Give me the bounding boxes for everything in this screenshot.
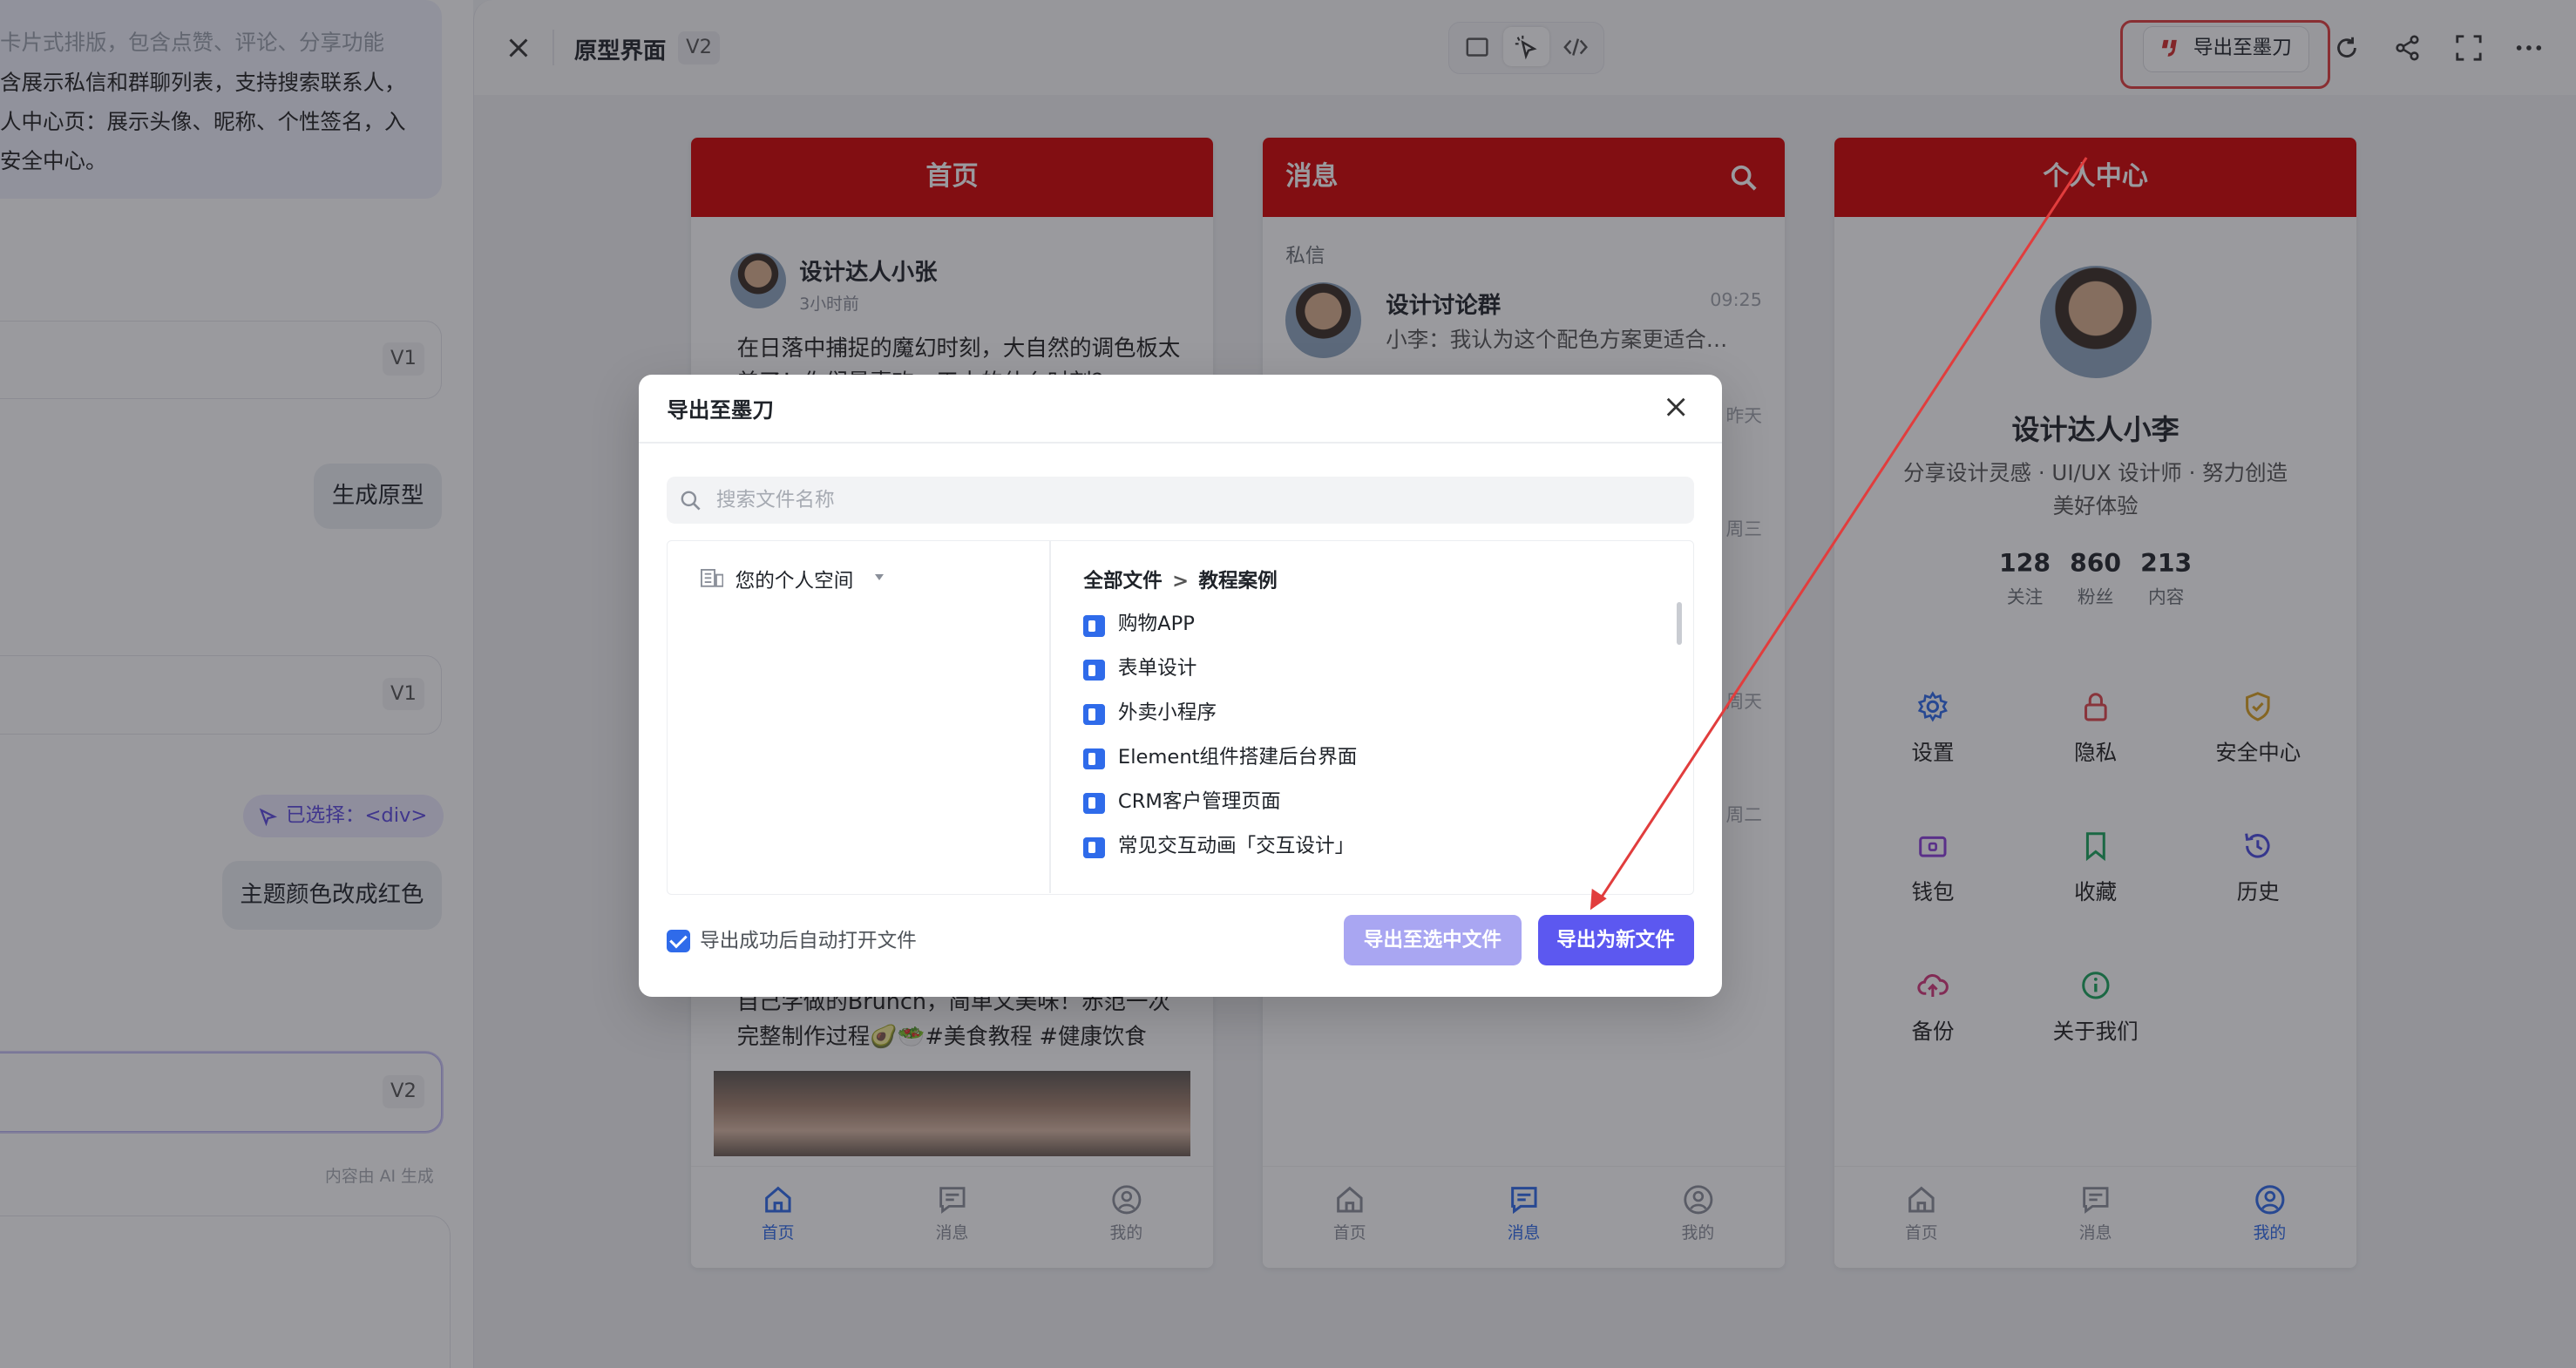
file-item[interactable]: 表单设计 (1083, 653, 1196, 686)
file-item[interactable]: 常见交互动画「交互设计」 (1083, 830, 1354, 863)
file-icon (1083, 836, 1105, 859)
auto-open-checkbox[interactable]: 导出成功后自动打开文件 (667, 930, 917, 953)
checkbox-label: 导出成功后自动打开文件 (700, 930, 917, 952)
checkbox-checked-icon (667, 930, 690, 953)
file-name: Element组件搭建后台界面 (1117, 746, 1358, 769)
chevron-down-icon (874, 573, 884, 580)
export-to-selected-button[interactable]: 导出至选中文件 (1344, 915, 1522, 966)
breadcrumb-root[interactable]: 全部文件 (1083, 570, 1162, 593)
divider (1048, 541, 1051, 893)
file-icon (1083, 703, 1105, 726)
file-browser: 您的个人空间 全部文件 > 教程案例 购物APP 表单设计 外卖小程序 Elemen… (667, 540, 1694, 896)
file-item[interactable]: Element组件搭建后台界面 (1083, 742, 1357, 775)
file-icon (1083, 615, 1105, 637)
space-selector[interactable]: 您的个人空间 (701, 565, 884, 593)
file-icon (1083, 792, 1105, 815)
file-name: 购物APP (1117, 613, 1195, 636)
close-icon[interactable] (1664, 396, 1687, 418)
space-label: 您的个人空间 (735, 569, 854, 593)
export-as-new-button[interactable]: 导出为新文件 (1537, 915, 1694, 966)
dialog-title: 导出至墨刀 (667, 397, 774, 423)
search-input[interactable] (715, 476, 1670, 525)
file-item[interactable]: 购物APP (1083, 608, 1195, 641)
file-name: 外卖小程序 (1117, 701, 1217, 725)
file-icon (1083, 748, 1105, 770)
scrollbar[interactable] (1676, 601, 1682, 645)
file-name: 表单设计 (1117, 657, 1197, 681)
workspace-icon (701, 569, 724, 587)
breadcrumb: 全部文件 > 教程案例 (1083, 565, 1277, 593)
search-icon (681, 491, 702, 511)
file-icon (1083, 659, 1105, 681)
file-search (667, 476, 1694, 525)
breadcrumb-separator: > (1172, 569, 1190, 593)
export-dialog: 导出至墨刀 您的个人空间 全部文件 > 教程案例 购物APP 表单设计 外卖小程序 … (639, 374, 1722, 998)
file-name: CRM客户管理页面 (1117, 790, 1281, 814)
file-name: 常见交互动画「交互设计」 (1117, 834, 1355, 857)
breadcrumb-current: 教程案例 (1198, 569, 1278, 593)
file-item[interactable]: CRM客户管理页面 (1083, 786, 1281, 819)
divider (639, 442, 1722, 444)
file-item[interactable]: 外卖小程序 (1083, 697, 1217, 730)
